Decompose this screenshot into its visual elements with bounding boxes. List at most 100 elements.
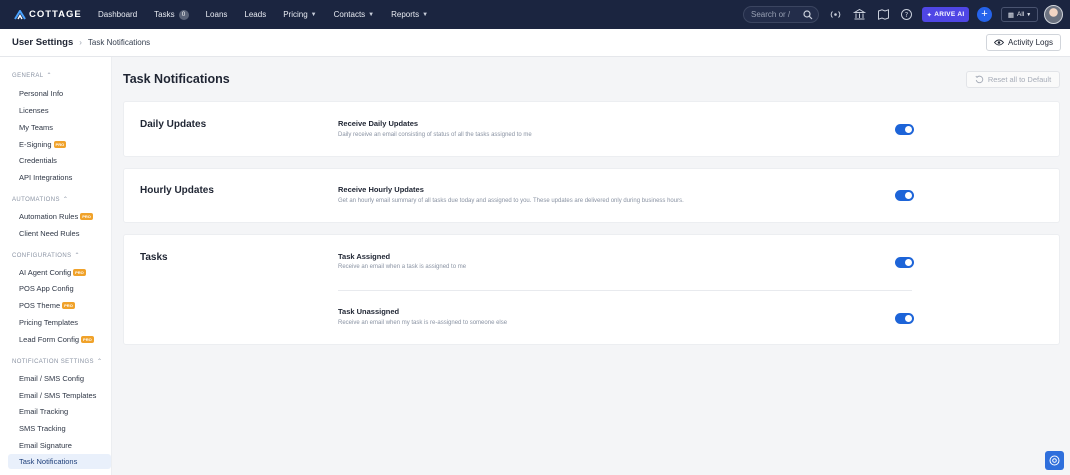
sidebar-item-email-tracking[interactable]: Email Tracking	[19, 407, 68, 416]
sidebar-item-label: My Teams	[19, 123, 54, 132]
chevron-down-icon: ▼	[368, 11, 375, 18]
scope-select[interactable]: ▦ All ▼	[1001, 7, 1038, 22]
setting-description: Receive an email when a task is assigned…	[338, 264, 467, 270]
sidebar-item-pos-app-config[interactable]: POS App Config	[19, 284, 74, 293]
nav-tasks[interactable]: Tasks 0	[154, 9, 189, 20]
sidebar-item-label: Automation Rules	[19, 212, 79, 221]
chevron-down-icon: ▼	[422, 11, 429, 18]
search-icon	[803, 10, 813, 20]
sidebar-item-label: POS App Config	[19, 284, 74, 293]
sidebar-item-email-signature[interactable]: Email Signature	[19, 441, 72, 450]
sidebar-item-label: Client Need Rules	[19, 229, 80, 238]
sidebar-item-email-sms-config[interactable]: Email / SMS Config	[19, 374, 84, 383]
toggle-receive-hourly-updates[interactable]	[895, 190, 914, 201]
pro-badge: PRO	[81, 336, 94, 343]
sidebar-item-client-need-rules[interactable]: Client Need Rules	[19, 229, 79, 238]
nav-loans[interactable]: Loans	[206, 10, 228, 19]
card-tasks: Tasks Task Assigned Receive an email whe…	[123, 234, 1060, 345]
bank-icon[interactable]	[853, 8, 866, 21]
arive-ai-button[interactable]: ✦ ARIVE AI	[922, 7, 969, 22]
cottage-logo-icon	[14, 9, 26, 20]
sparkle-icon: ✦	[926, 11, 933, 19]
nav-pricing[interactable]: Pricing ▼	[283, 10, 316, 19]
nav-pricing-label: Pricing	[283, 10, 308, 19]
chevron-up-icon: ⌃	[96, 359, 103, 365]
sidebar-item-label: Task Notifications	[19, 457, 78, 466]
sidebar-item-label: E-Signing	[19, 140, 52, 149]
global-search[interactable]	[743, 6, 819, 23]
sidebar-item-label: AI Agent Config	[19, 268, 72, 277]
sidebar-item-label: Email Tracking	[19, 407, 69, 416]
sidebar-item-e-signing[interactable]: E-Signing PRO	[19, 140, 67, 149]
breadcrumb-user-settings[interactable]: User Settings	[12, 37, 73, 48]
page-header: User Settings › Task Notifications Activ…	[0, 29, 1070, 57]
divider	[338, 290, 912, 291]
broadcast-icon[interactable]	[829, 8, 842, 21]
nav-leads-label: Leads	[244, 10, 267, 19]
chevron-down-icon: ▼	[1026, 11, 1032, 18]
add-button[interactable]: +	[977, 7, 992, 22]
activity-logs-label: Activity Logs	[1008, 38, 1053, 47]
eye-icon	[994, 39, 1005, 46]
sidebar-item-email-sms-templates[interactable]: Email / SMS Templates	[19, 391, 96, 400]
section-title: CONFIGURATIONS	[12, 252, 72, 259]
nav-leads[interactable]: Leads	[244, 10, 266, 19]
sidebar-section-automations[interactable]: AUTOMATIONS ⌃	[12, 196, 69, 204]
sidebar-section-notification-settings[interactable]: NOTIFICATION SETTINGS ⌃	[12, 358, 103, 366]
sidebar-item-my-teams[interactable]: My Teams	[19, 123, 53, 132]
nav-reports[interactable]: Reports ▼	[391, 10, 428, 19]
sidebar-item-pos-theme[interactable]: POS Theme PRO	[19, 301, 75, 310]
sidebar-item-label: Lead Form Config	[19, 335, 80, 344]
chevron-up-icon: ⌃	[62, 197, 69, 203]
sidebar-item-credentials[interactable]: Credentials	[19, 156, 57, 165]
logo-text: COTTAGE	[29, 9, 82, 20]
nav-loans-label: Loans	[205, 10, 228, 19]
setting-title: Task Unassigned	[338, 307, 400, 316]
section-title: NOTIFICATION SETTINGS	[12, 358, 94, 365]
pro-badge: PRO	[62, 302, 75, 309]
nav-tasks-label: Tasks	[154, 10, 175, 19]
sidebar-section-configurations[interactable]: CONFIGURATIONS ⌃	[12, 252, 80, 260]
sidebar-section-general[interactable]: GENERAL ⌃	[12, 72, 52, 80]
sidebar-item-sms-tracking[interactable]: SMS Tracking	[19, 424, 66, 433]
search-input[interactable]	[751, 10, 801, 19]
building-icon: ▦	[1007, 11, 1014, 19]
support-chat-button[interactable]	[1045, 451, 1064, 470]
sidebar-item-label: Email Signature	[19, 441, 72, 450]
sidebar-item-lead-form-config[interactable]: Lead Form Config PRO	[19, 335, 94, 344]
sidebar-item-api-integrations[interactable]: API Integrations	[19, 173, 72, 182]
reset-icon	[975, 75, 983, 84]
sidebar-item-licenses[interactable]: Licenses	[19, 106, 49, 115]
sidebar-item-ai-agent-config[interactable]: AI Agent Config PRO	[19, 268, 86, 277]
nav-dashboard-label: Dashboard	[98, 10, 138, 19]
sidebar-item-label: Pricing Templates	[19, 318, 79, 327]
toggle-task-unassigned[interactable]	[895, 313, 914, 324]
help-icon[interactable]: ?	[900, 8, 913, 21]
toggle-task-assigned[interactable]	[895, 257, 914, 268]
breadcrumb-current: Task Notifications	[87, 38, 151, 47]
sidebar-item-label: Email / SMS Config	[19, 374, 85, 383]
card-title: Hourly Updates	[140, 185, 214, 196]
sidebar-item-personal-info[interactable]: Personal Info	[19, 89, 63, 98]
setting-title: Task Assigned	[338, 252, 391, 261]
activity-logs-button[interactable]: Activity Logs	[986, 34, 1061, 51]
pro-badge: PRO	[73, 269, 86, 276]
map-icon[interactable]	[877, 8, 890, 21]
sidebar-item-label: Personal Info	[19, 89, 64, 98]
sidebar-item-pricing-templates[interactable]: Pricing Templates	[19, 318, 78, 327]
sidebar-item-automation-rules[interactable]: Automation Rules PRO	[19, 212, 93, 221]
sidebar-item-label: Licenses	[19, 106, 49, 115]
toggle-receive-daily-updates[interactable]	[895, 124, 914, 135]
logo[interactable]: COTTAGE	[14, 9, 86, 20]
section-title: AUTOMATIONS	[12, 196, 60, 203]
nav-contacts[interactable]: Contacts ▼	[334, 10, 375, 19]
pro-badge: PRO	[80, 213, 93, 220]
sidebar-item-label: API Integrations	[19, 173, 73, 182]
setting-title: Receive Hourly Updates	[338, 185, 424, 194]
sidebar-item-task-notifications[interactable]: Task Notifications	[8, 454, 111, 469]
sidebar-item-label: POS Theme	[19, 301, 61, 310]
nav-dashboard[interactable]: Dashboard	[98, 10, 137, 19]
user-avatar[interactable]	[1044, 5, 1063, 24]
reset-all-button[interactable]: Reset all to Default	[966, 71, 1060, 88]
setting-description: Get an hourly email summary of all tasks…	[338, 198, 684, 204]
